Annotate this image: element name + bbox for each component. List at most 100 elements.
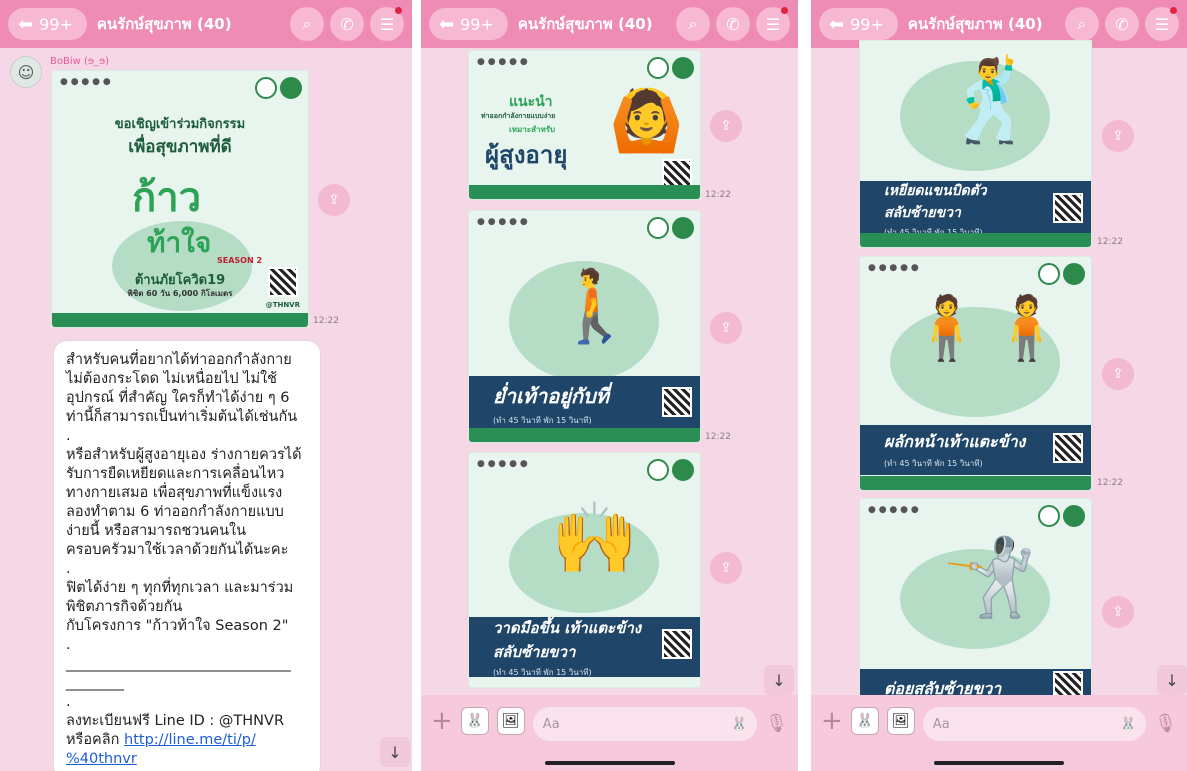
qr-code: [268, 267, 298, 297]
qr-code: [1053, 433, 1083, 463]
message-time: 12:22: [1097, 478, 1123, 488]
search-button[interactable]: ⌕: [290, 7, 324, 41]
share-icon: ⇪: [720, 320, 732, 336]
phone-icon: ✆: [1115, 14, 1129, 34]
image-icon[interactable]: 🖼: [886, 707, 915, 735]
phone-icon: ✆: [726, 14, 740, 34]
qr-code: [1053, 671, 1083, 697]
scroll-down-button[interactable]: ↓: [764, 665, 794, 695]
footer-strip: [469, 185, 700, 199]
home-indicator: [934, 761, 1064, 765]
message-input[interactable]: Aa 🐰: [922, 707, 1147, 741]
call-button[interactable]: ✆: [1105, 7, 1139, 41]
seals: [1038, 263, 1085, 285]
qr-code: [662, 629, 692, 659]
footer-strip: [52, 313, 308, 327]
back-button[interactable]: ⬅ 99+: [8, 8, 87, 40]
emoji-icon[interactable]: 🐰: [1120, 717, 1136, 732]
input-bar: + 🐰 🖼 Aa 🐰 🎙: [421, 695, 798, 771]
footer-strip: [860, 233, 1091, 247]
exercise-duration: (ทำ 45 วินาที พัก 15 วินาที): [493, 667, 592, 677]
share-button[interactable]: ⇪: [1102, 120, 1134, 152]
unread-count: 99+: [850, 14, 884, 34]
share-icon: ⇪: [328, 192, 340, 208]
image-message[interactable]: ● ● ● ● ● 🧍 🧍 ผลักหน้าเท้าแตะข้าง (ทำ 45…: [859, 256, 1092, 491]
partner-logos: ● ● ● ● ●: [60, 77, 111, 87]
search-button[interactable]: ⌕: [676, 7, 710, 41]
message-time: 12:22: [313, 316, 339, 326]
share-icon: ⇪: [720, 560, 732, 576]
menu-icon: ☰: [765, 14, 781, 34]
call-button[interactable]: ✆: [716, 7, 750, 41]
message-input[interactable]: Aa 🐰: [532, 707, 758, 741]
plus-icon[interactable]: +: [431, 707, 453, 735]
partner-logos: ● ● ● ● ●: [477, 217, 528, 227]
arrow-down-icon: ↓: [772, 670, 786, 690]
menu-button[interactable]: ☰: [1145, 7, 1179, 41]
share-icon: ⇪: [1112, 128, 1124, 144]
arrow-left-icon: ⬅: [829, 13, 845, 35]
share-icon: ⇪: [1112, 604, 1124, 620]
chat-header: ⬅ 99+ คนรักษ์สุขภาพ (40) ⌕ ✆ ☰: [0, 0, 412, 48]
notification-dot: [781, 7, 788, 14]
share-button[interactable]: ⇪: [710, 110, 742, 142]
mic-icon[interactable]: 🎙: [1154, 707, 1177, 741]
elderly-illustration: 🙆: [609, 86, 684, 156]
unread-count: 99+: [39, 14, 73, 34]
card-line1: ขอเชิญเข้าร่วมกิจกรรม: [114, 117, 246, 132]
elderly-illustration: 🤺: [942, 532, 1037, 621]
input-bar: + 🐰 🖼 Aa 🐰 🎙: [811, 695, 1187, 771]
search-icon: ⌕: [1077, 14, 1087, 33]
chat-panel-1: ⬅ 99+ คนรักษ์สุขภาพ (40) ⌕ ✆ ☰ ☺ BoBiw (ɘ…: [0, 0, 412, 771]
menu-button[interactable]: ☰: [756, 7, 790, 41]
menu-button[interactable]: ☰: [370, 7, 404, 41]
menu-icon: ☰: [379, 14, 395, 34]
partner-logos: ● ● ● ● ●: [868, 505, 919, 515]
arrow-left-icon: ⬅: [439, 13, 455, 35]
image-message[interactable]: ● ● ● ● ● 🚶 ย่ำเท้าอยู่กับที่ (ทำ 45 วิน…: [468, 210, 701, 443]
seals: [647, 459, 694, 481]
image-message[interactable]: ● ● ● ● ● 🙌 วาดมือขึ้น เท้าแตะข้าง สลับซ…: [468, 452, 701, 688]
qr-code: [662, 387, 692, 417]
line-tag: @THNVR: [265, 301, 300, 309]
image-message[interactable]: ● ● ● ● ● ขอเชิญเข้าร่วมกิจกรรม เพื่อสุข…: [51, 70, 309, 328]
message-time: 12:22: [705, 432, 731, 442]
share-button[interactable]: ⇪: [710, 312, 742, 344]
call-button[interactable]: ✆: [330, 7, 364, 41]
elderly-illustration-right: 🧍: [988, 291, 1066, 364]
card-line-a: แนะนำ: [509, 94, 553, 110]
search-icon: ⌕: [302, 14, 312, 33]
share-button[interactable]: ⇪: [318, 184, 350, 216]
search-button[interactable]: ⌕: [1065, 7, 1099, 41]
notification-dot: [1170, 7, 1177, 14]
message-time: 12:22: [1097, 237, 1123, 247]
mic-icon[interactable]: 🎙: [765, 707, 788, 741]
scroll-down-button[interactable]: ↓: [1157, 665, 1187, 695]
image-message[interactable]: ● ● ● ● ● 🤺 ต่อยสลับซ้ายขวา: [859, 498, 1092, 698]
footer-strip: [469, 428, 700, 442]
search-icon: ⌕: [688, 14, 698, 33]
arrow-down-icon: ↓: [388, 742, 402, 762]
image-message[interactable]: ● ● ● ● ● แนะนำ ท่าออกกำลังกายแบบง่าย เห…: [468, 50, 701, 200]
emoji-icon[interactable]: 🐰: [731, 717, 747, 732]
notification-dot: [395, 7, 402, 14]
back-button[interactable]: ⬅ 99+: [429, 8, 508, 40]
sticker-icon[interactable]: 🐰: [460, 707, 489, 735]
elderly-illustration-left: 🧍: [908, 291, 986, 364]
sticker-icon[interactable]: 🐰: [850, 707, 879, 735]
avatar[interactable]: ☺: [10, 56, 42, 88]
chat-title: คนรักษ์สุขภาพ (40): [907, 15, 1043, 33]
elderly-illustration: 🚶: [551, 265, 639, 347]
image-message[interactable]: 🕺 เหยียดแขนบิดตัว สลับซ้ายขวา (ทำ 45 วิน…: [859, 40, 1092, 248]
scroll-down-button[interactable]: ↓: [380, 737, 410, 767]
share-button[interactable]: ⇪: [1102, 596, 1134, 628]
share-button[interactable]: ⇪: [1102, 358, 1134, 390]
share-button[interactable]: ⇪: [710, 552, 742, 584]
back-button[interactable]: ⬅ 99+: [819, 8, 898, 40]
plus-icon[interactable]: +: [821, 707, 843, 735]
image-icon[interactable]: 🖼: [496, 707, 525, 735]
season-tag: SEASON 2: [217, 256, 263, 265]
message-text: สำหรับคนที่อยากได้ท่าออกกำลังกาย ไม่ต้อง…: [66, 352, 302, 748]
partner-logos: ● ● ● ● ●: [868, 263, 919, 273]
elderly-illustration: 🙌: [551, 497, 639, 579]
